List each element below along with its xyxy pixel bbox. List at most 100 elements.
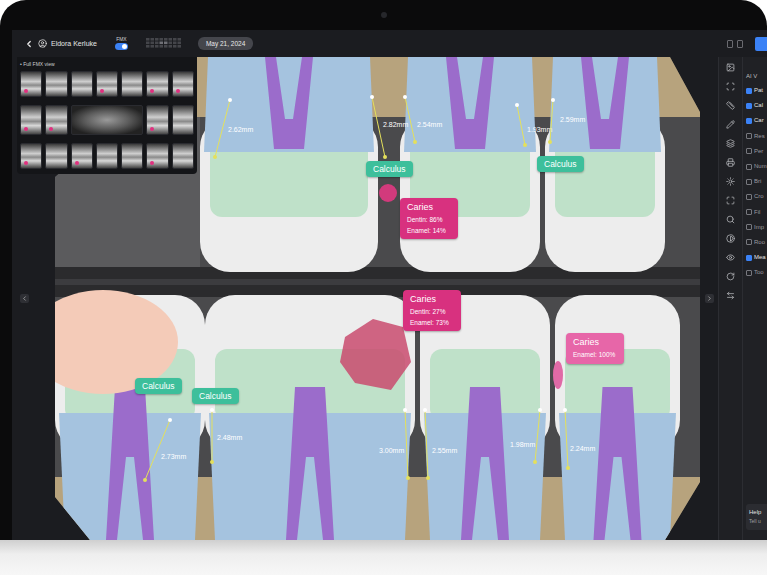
- caries-label[interactable]: CariesDentin: 86%Enamel: 14%: [400, 198, 458, 239]
- measurement[interactable]: 2.82mm: [370, 95, 408, 159]
- fmx-grid-icon[interactable]: [146, 38, 182, 49]
- layer-row[interactable]: Cal: [746, 102, 767, 109]
- xray-thumbnail[interactable]: [71, 143, 93, 169]
- layer-checkbox[interactable]: [746, 179, 752, 185]
- calculus-label[interactable]: Calculus: [192, 388, 239, 404]
- layer-checkbox[interactable]: [746, 239, 752, 245]
- xray-thumbnail[interactable]: [146, 105, 168, 135]
- tool-button[interactable]: [723, 59, 739, 75]
- help-card[interactable]: HelpTell u: [746, 504, 767, 530]
- layer-checkbox[interactable]: [746, 88, 752, 94]
- tool-button[interactable]: [723, 230, 739, 246]
- xray-thumbnail[interactable]: [146, 71, 168, 97]
- caries-region[interactable]: [379, 184, 397, 202]
- primary-button[interactable]: [755, 37, 767, 51]
- caries-region[interactable]: [553, 361, 563, 389]
- measurement[interactable]: 1.98mm: [510, 408, 542, 464]
- xray-thumbnail[interactable]: [172, 143, 194, 169]
- layer-label: Bri: [754, 178, 761, 185]
- xray-thumbnail[interactable]: [45, 71, 67, 97]
- layer-row[interactable]: Roo: [746, 239, 767, 246]
- calculus-label[interactable]: Calculus: [366, 161, 413, 177]
- tool-button[interactable]: [723, 154, 739, 170]
- measurement[interactable]: 2.48mm: [210, 408, 242, 464]
- xray-thumbnail[interactable]: [146, 143, 168, 169]
- prev-button[interactable]: [20, 294, 29, 303]
- search-icon: [726, 215, 735, 224]
- xray-thumbnail[interactable]: [121, 71, 143, 97]
- tool-button[interactable]: [723, 268, 739, 284]
- mode-switch[interactable]: [115, 43, 128, 50]
- layer-label: Cal: [754, 102, 763, 109]
- measurement[interactable]: 2.55mm: [423, 408, 457, 480]
- layer-checkbox[interactable]: [746, 224, 752, 230]
- xray-thumbnail[interactable]: [96, 143, 118, 169]
- measurement[interactable]: 1.93mm: [515, 103, 552, 147]
- xray-thumbnail[interactable]: [71, 105, 144, 135]
- measurement[interactable]: 2.73mm: [143, 418, 186, 482]
- layer-row[interactable]: Num: [746, 163, 767, 170]
- layer-row[interactable]: Pat: [746, 87, 767, 94]
- layer-checkbox[interactable]: [746, 270, 752, 276]
- bezel-top: [12, 0, 767, 30]
- xray-thumbnail[interactable]: [20, 71, 42, 97]
- tool-button[interactable]: [723, 135, 739, 151]
- caries-label[interactable]: CariesEnamel: 100%: [566, 333, 624, 364]
- window-icon[interactable]: [727, 40, 733, 48]
- caries-region[interactable]: [340, 319, 411, 390]
- date-pill[interactable]: May 21, 2024: [198, 37, 253, 50]
- layer-row[interactable]: Car: [746, 117, 767, 124]
- tool-button[interactable]: [723, 78, 739, 94]
- layer-checkbox[interactable]: [746, 148, 752, 154]
- tool-button[interactable]: [723, 249, 739, 265]
- caries-label[interactable]: CariesDentin: 27%Enamel: 73%: [403, 290, 461, 331]
- finding-detail: Enamel: 73%: [410, 319, 454, 327]
- layer-checkbox[interactable]: [746, 194, 752, 200]
- layer-row[interactable]: Bri: [746, 178, 767, 185]
- layer-list: Pat Cal Car Res Per Num Bri Cro Fil Imp Roo Mea Too: [746, 87, 767, 276]
- layer-row[interactable]: Fil: [746, 209, 767, 216]
- measurement[interactable]: 2.62mm: [213, 98, 253, 159]
- mode-toggle[interactable]: FMX: [115, 37, 128, 51]
- back-icon[interactable]: [24, 39, 34, 49]
- layer-row[interactable]: Mea: [746, 254, 767, 261]
- window-icon[interactable]: [737, 40, 743, 48]
- layer-checkbox[interactable]: [746, 164, 752, 170]
- xray-thumbnail[interactable]: [172, 71, 194, 97]
- tool-button[interactable]: [723, 287, 739, 303]
- xray-thumbnail[interactable]: [45, 143, 67, 169]
- ai-panel-title: AI V: [746, 73, 767, 79]
- layer-row[interactable]: Res: [746, 133, 767, 140]
- next-button[interactable]: [705, 294, 714, 303]
- layer-row[interactable]: Cro: [746, 193, 767, 200]
- xray-thumbnail[interactable]: [121, 143, 143, 169]
- finding-marker: [150, 89, 154, 93]
- calculus-label[interactable]: Calculus: [135, 378, 182, 394]
- measurement[interactable]: 2.24mm: [563, 408, 595, 470]
- xray-thumbnail[interactable]: [71, 71, 93, 97]
- layer-checkbox[interactable]: [746, 209, 752, 215]
- layer-checkbox[interactable]: [746, 133, 752, 139]
- layer-checkbox[interactable]: [746, 118, 752, 124]
- measurement-label: 2.59mm: [560, 116, 585, 123]
- tool-button[interactable]: [723, 192, 739, 208]
- xray-thumbnail[interactable]: [20, 105, 42, 135]
- xray-thumbnail[interactable]: [20, 143, 42, 169]
- layer-checkbox[interactable]: [746, 103, 752, 109]
- measurement[interactable]: 2.54mm: [403, 95, 442, 144]
- tool-button[interactable]: [723, 97, 739, 113]
- measurement[interactable]: 3.00mm: [379, 408, 410, 480]
- measurement[interactable]: 2.59mm: [548, 98, 585, 144]
- measurement-label: 2.62mm: [228, 126, 253, 133]
- xray-thumbnail[interactable]: [96, 71, 118, 97]
- calculus-label[interactable]: Calculus: [537, 156, 584, 172]
- layer-checkbox[interactable]: [746, 255, 752, 261]
- xray-thumbnail[interactable]: [45, 105, 67, 135]
- layer-row[interactable]: Too: [746, 269, 767, 276]
- tool-button[interactable]: [723, 116, 739, 132]
- xray-thumbnail[interactable]: [172, 105, 194, 135]
- tool-button[interactable]: [723, 211, 739, 227]
- layer-row[interactable]: Imp: [746, 224, 767, 231]
- tool-button[interactable]: [723, 173, 739, 189]
- layer-row[interactable]: Per: [746, 148, 767, 155]
